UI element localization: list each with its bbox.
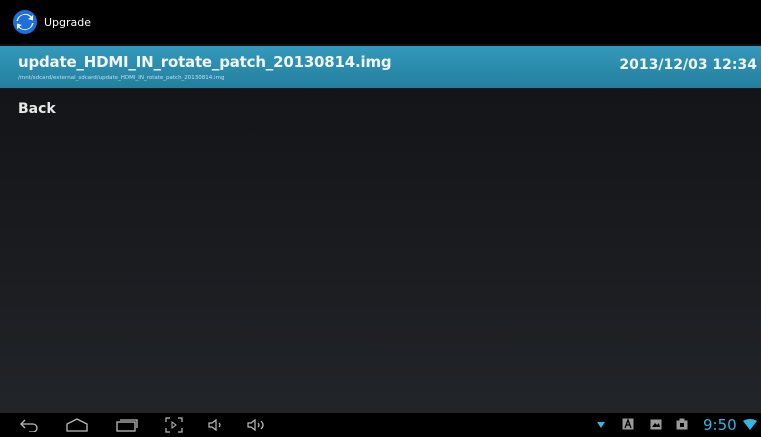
- gallery-icon: [650, 418, 662, 430]
- back-list-item[interactable]: Back: [18, 101, 56, 117]
- back-icon[interactable]: [18, 416, 40, 434]
- status-clock: 9:50: [703, 416, 737, 434]
- system-nav-bar: 9:50: [0, 413, 761, 437]
- volume-up-icon[interactable]: [246, 416, 268, 434]
- file-path: /mnt/sdcard/external_sdcard/update_HDMI_…: [18, 75, 225, 81]
- usb-icon: [676, 418, 688, 430]
- upgrade-sync-icon[interactable]: [12, 9, 38, 35]
- home-icon[interactable]: [64, 416, 90, 434]
- app-title: Upgrade: [44, 15, 92, 29]
- file-name: update_HDMI_IN_rotate_patch_20130814.img: [18, 53, 392, 71]
- action-bar: Upgrade: [0, 0, 761, 44]
- wifi-icon: [743, 419, 757, 431]
- download-icon: [596, 421, 606, 429]
- recent-apps-icon[interactable]: [114, 416, 140, 434]
- screen: Upgrade update_HDMI_IN_rotate_patch_2013…: [0, 0, 761, 437]
- volume-down-icon[interactable]: [207, 416, 225, 434]
- screenshot-icon[interactable]: [164, 416, 184, 434]
- file-list-item-selected[interactable]: update_HDMI_IN_rotate_patch_20130814.img…: [0, 46, 761, 88]
- keyboard-a-icon: [622, 418, 634, 430]
- file-date: 2013/12/03 12:34: [619, 57, 757, 73]
